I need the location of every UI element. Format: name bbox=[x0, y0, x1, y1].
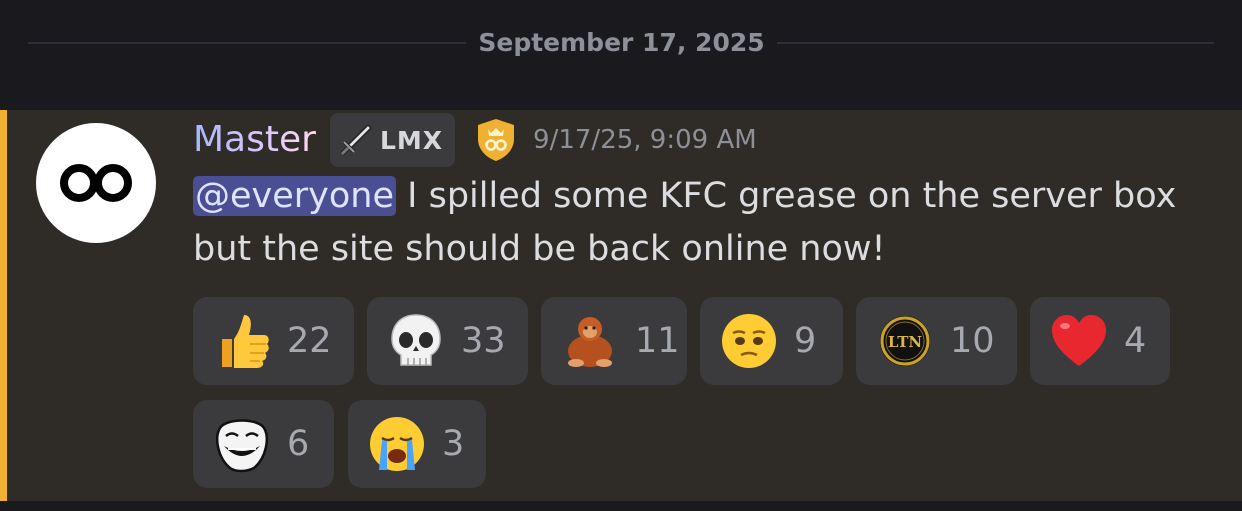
crying-face-icon bbox=[366, 413, 428, 475]
server-tag-label: LMX bbox=[379, 125, 444, 155]
reaction-thumbs-up[interactable]: 22 bbox=[193, 297, 354, 385]
everyone-mention[interactable]: @everyone bbox=[193, 176, 397, 216]
ltn-coin-label: LTN bbox=[888, 333, 922, 351]
divider-date: September 17, 2025 bbox=[478, 28, 765, 57]
skull-icon bbox=[385, 310, 447, 372]
reaction-pleading-face[interactable]: 9 bbox=[700, 297, 843, 385]
reaction-crying-face[interactable]: 3 bbox=[348, 400, 486, 488]
message-content: @everyone I spilled some KFC grease on t… bbox=[193, 170, 1203, 276]
message-timestamp[interactable]: 9/17/25, 9:09 AM bbox=[533, 125, 757, 155]
ltn-coin-icon: LTN bbox=[874, 310, 936, 372]
reaction-ltn-coin[interactable]: LTN 10 bbox=[856, 297, 1017, 385]
server-tag[interactable]: LMX bbox=[329, 113, 456, 167]
crown-shield-badge-icon[interactable] bbox=[475, 117, 517, 163]
date-divider: September 17, 2025 bbox=[0, 0, 1242, 110]
author-name[interactable]: Master bbox=[193, 112, 316, 168]
reaction-count: 11 bbox=[635, 321, 680, 361]
reaction-trollface[interactable]: 6 bbox=[193, 400, 334, 488]
message-header: Master LMX 9/17/25, 9:09 AM bbox=[193, 112, 757, 168]
reaction-count: 33 bbox=[461, 321, 506, 361]
red-heart-icon bbox=[1048, 310, 1110, 372]
bottom-strip bbox=[0, 501, 1242, 511]
orangutan-icon bbox=[559, 310, 621, 372]
reaction-count: 10 bbox=[950, 321, 995, 361]
infinity-logo-icon bbox=[60, 164, 132, 202]
reaction-skull[interactable]: 33 bbox=[367, 297, 528, 385]
reaction-count: 22 bbox=[287, 321, 332, 361]
sword-icon bbox=[340, 123, 373, 156]
divider-line-left bbox=[28, 42, 466, 44]
trollface-icon bbox=[211, 413, 273, 475]
reaction-count: 6 bbox=[287, 424, 310, 464]
thumbs-up-icon bbox=[211, 310, 273, 372]
reaction-count: 4 bbox=[1124, 321, 1147, 361]
reaction-red-heart[interactable]: 4 bbox=[1030, 297, 1170, 385]
avatar[interactable] bbox=[36, 123, 156, 243]
reaction-orangutan[interactable]: 11 bbox=[541, 297, 687, 385]
reaction-count: 9 bbox=[794, 321, 817, 361]
reaction-count: 3 bbox=[442, 424, 465, 464]
chat-view: September 17, 2025 Master LMX 9/17/25, 9… bbox=[0, 0, 1242, 511]
chat-message[interactable]: Master LMX 9/17/25, 9:09 AM @everyone I … bbox=[0, 110, 1242, 501]
mention-highlight-bar bbox=[0, 110, 7, 501]
divider-line-right bbox=[777, 42, 1214, 44]
pleading-face-icon bbox=[718, 310, 780, 372]
